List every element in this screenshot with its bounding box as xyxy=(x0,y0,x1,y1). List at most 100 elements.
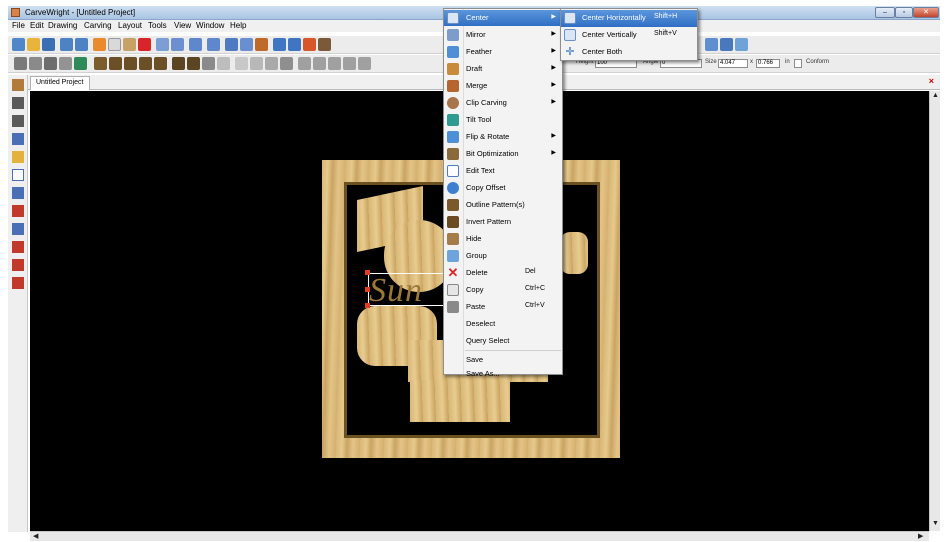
menu-item-copy[interactable]: Copy Ctrl+C xyxy=(444,282,562,298)
new-project-icon[interactable] xyxy=(12,38,25,51)
menu-drawing[interactable]: Drawing xyxy=(48,21,77,30)
curve-tool-icon[interactable] xyxy=(12,133,24,145)
ellipse-tool-icon[interactable] xyxy=(207,38,220,51)
scroll-down-icon[interactable]: ▼ xyxy=(932,520,939,527)
menu-tools[interactable]: Tools xyxy=(148,21,167,30)
close-tab-icon[interactable]: × xyxy=(929,76,934,86)
menu-item-hide[interactable]: Hide xyxy=(444,231,562,247)
crosshair-tool-icon[interactable] xyxy=(255,38,268,51)
pattern-8-icon[interactable] xyxy=(202,57,215,70)
menu-window[interactable]: Window xyxy=(196,21,224,30)
delete-toolbar-icon[interactable] xyxy=(138,38,151,51)
measure-vertical-icon[interactable] xyxy=(12,277,24,289)
layout-view-icon[interactable] xyxy=(735,38,748,51)
menu-item-outline-patterns[interactable]: Outline Pattern(s) xyxy=(444,197,562,213)
carve-tool-icon[interactable] xyxy=(74,57,87,70)
pattern-17-icon[interactable] xyxy=(343,57,356,70)
minimize-button[interactable]: – xyxy=(875,7,895,18)
pattern-1-icon[interactable] xyxy=(94,57,107,70)
star-tool-icon[interactable] xyxy=(240,38,253,51)
menu-file[interactable]: File xyxy=(12,21,25,30)
measure-horizontal-icon[interactable] xyxy=(12,259,24,271)
menu-item-edit-text[interactable]: Edit Text xyxy=(444,163,562,179)
submenu-item-center-horizontally[interactable]: Center Horizontally Shift+H xyxy=(561,10,697,27)
arc-tool-icon[interactable] xyxy=(12,187,24,199)
menu-item-delete[interactable]: ✕ Delete Del xyxy=(444,265,562,281)
pattern-15-icon[interactable] xyxy=(313,57,326,70)
menu-help[interactable]: Help xyxy=(230,21,246,30)
menu-item-mirror[interactable]: Mirror ▶ xyxy=(444,27,562,43)
join-node-icon[interactable] xyxy=(12,223,24,235)
resize-handle-bottom-left[interactable] xyxy=(365,303,370,308)
pattern-tool-icon[interactable] xyxy=(273,38,286,51)
menu-item-save[interactable]: Save xyxy=(444,352,562,368)
scroll-right-icon[interactable]: ▶ xyxy=(918,532,923,540)
menu-item-flip-rotate[interactable]: Flip & Rotate ▶ xyxy=(444,129,562,145)
pattern-7-icon[interactable] xyxy=(187,57,200,70)
carve-mode-icon[interactable] xyxy=(29,57,42,70)
resize-handle-left[interactable] xyxy=(365,287,370,292)
menu-item-draft[interactable]: Draft ▶ xyxy=(444,61,562,77)
pattern-10-icon[interactable] xyxy=(235,57,248,70)
board-tool-icon[interactable] xyxy=(303,38,316,51)
pattern-4-icon[interactable] xyxy=(139,57,152,70)
pattern-13-icon[interactable] xyxy=(280,57,293,70)
open-file-icon[interactable] xyxy=(27,38,40,51)
copy-toolbar-icon[interactable] xyxy=(108,38,121,51)
frame-tool-icon[interactable] xyxy=(12,169,24,181)
scroll-up-icon[interactable]: ▲ xyxy=(932,92,939,99)
person-tool-icon[interactable] xyxy=(288,38,301,51)
cut-node-icon[interactable] xyxy=(12,205,24,217)
undo-icon[interactable] xyxy=(60,38,73,51)
conform-checkbox[interactable] xyxy=(794,59,802,68)
menu-item-center[interactable]: Center ▶ xyxy=(444,10,562,26)
menu-edit[interactable]: Edit xyxy=(30,21,44,30)
bit-tool-icon[interactable] xyxy=(12,79,24,91)
star-node-icon[interactable] xyxy=(12,151,24,163)
menu-item-bit-optimization[interactable]: Bit Optimization ▶ xyxy=(444,146,562,162)
horizontal-scrollbar[interactable]: ◀ ▶ xyxy=(30,531,929,541)
menu-item-merge[interactable]: Merge ▶ xyxy=(444,78,562,94)
scroll-left-icon[interactable]: ◀ xyxy=(33,532,38,540)
pattern-3-icon[interactable] xyxy=(124,57,137,70)
resize-handle-top-left[interactable] xyxy=(365,270,370,275)
menu-item-group[interactable]: Group xyxy=(444,248,562,264)
save-file-icon[interactable] xyxy=(42,38,55,51)
maximize-button[interactable]: ▫ xyxy=(895,7,913,18)
close-button[interactable]: ✕ xyxy=(913,7,939,18)
pattern-16-icon[interactable] xyxy=(328,57,341,70)
menu-item-invert-pattern[interactable]: Invert Pattern xyxy=(444,214,562,230)
menu-item-clip-carving[interactable]: Clip Carving ▶ xyxy=(444,95,562,111)
render-tool-icon[interactable] xyxy=(318,38,331,51)
layout-tile-icon[interactable] xyxy=(720,38,733,51)
pattern-12-icon[interactable] xyxy=(265,57,278,70)
pattern-18-icon[interactable] xyxy=(358,57,371,70)
menu-item-copy-offset[interactable]: Copy Offset xyxy=(444,180,562,196)
menu-view[interactable]: View xyxy=(174,21,191,30)
menu-layout[interactable]: Layout xyxy=(118,21,142,30)
select-node-icon[interactable] xyxy=(12,97,24,109)
menu-item-query-select[interactable]: Query Select xyxy=(444,333,562,349)
pattern-14-icon[interactable] xyxy=(298,57,311,70)
select-tool-icon[interactable] xyxy=(156,38,169,51)
size-width-field[interactable]: 4.047 xyxy=(718,59,748,68)
menu-item-paste[interactable]: Paste Ctrl+V xyxy=(444,299,562,315)
text-tool-icon[interactable] xyxy=(225,38,238,51)
submenu-item-center-both[interactable]: ✛ Center Both xyxy=(561,44,697,61)
pattern-5-icon[interactable] xyxy=(154,57,167,70)
menu-carving[interactable]: Carving xyxy=(84,21,112,30)
submenu-item-center-vertically[interactable]: Center Vertically Shift+V xyxy=(561,27,697,44)
pattern-11-icon[interactable] xyxy=(250,57,263,70)
tab-untitled-project[interactable]: Untitled Project xyxy=(30,76,90,90)
menu-item-tilt-tool[interactable]: Tilt Tool xyxy=(444,112,562,128)
draw-line-icon[interactable] xyxy=(171,38,184,51)
carve-depth-icon[interactable] xyxy=(44,57,57,70)
paste-toolbar-icon[interactable] xyxy=(123,38,136,51)
menu-item-deselect[interactable]: Deselect xyxy=(444,316,562,332)
layout-grid-icon[interactable] xyxy=(705,38,718,51)
menu-item-feather[interactable]: Feather ▶ xyxy=(444,44,562,60)
rectangle-tool-icon[interactable] xyxy=(189,38,202,51)
carve-bit-icon[interactable] xyxy=(59,57,72,70)
add-node-icon[interactable] xyxy=(12,115,24,127)
pattern-9-icon[interactable] xyxy=(217,57,230,70)
